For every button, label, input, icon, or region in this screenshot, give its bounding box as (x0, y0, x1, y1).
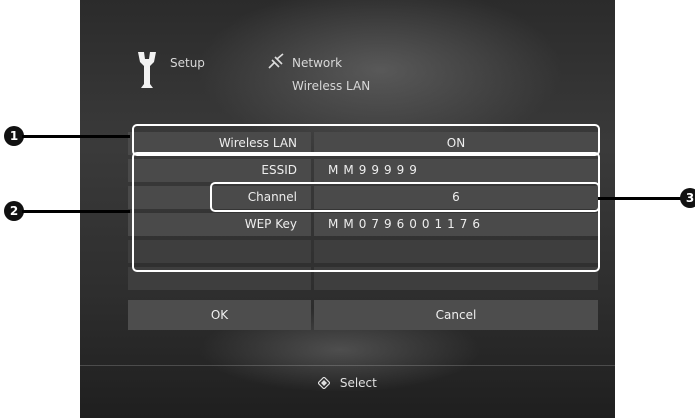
cancel-button[interactable]: Cancel (314, 300, 598, 330)
callout-leader-1 (22, 135, 130, 138)
select-hint-label: Select (339, 376, 377, 390)
callout-box-3 (210, 182, 600, 212)
setup-screen: Setup Network Wireless LAN Wireless LAN … (80, 0, 615, 418)
dpad-select-icon (318, 377, 330, 389)
callout-leader-3 (598, 197, 684, 200)
breadcrumb-network: Network (292, 56, 343, 70)
callout-leader-2 (22, 210, 130, 213)
network-plug-icon (268, 53, 284, 69)
wrench-icon (138, 52, 156, 88)
callout-badge-2: 2 (4, 201, 24, 221)
callout-badge-3: 3 (680, 188, 695, 208)
breadcrumb-setup: Setup (170, 56, 205, 70)
select-hint: Select (318, 376, 377, 390)
button-row: OK Cancel (128, 300, 598, 330)
callout-badge-1: 1 (4, 126, 24, 146)
callout-box-2 (132, 152, 600, 272)
ok-button[interactable]: OK (128, 300, 311, 330)
breadcrumb-wireless-lan: Wireless LAN (292, 79, 371, 93)
